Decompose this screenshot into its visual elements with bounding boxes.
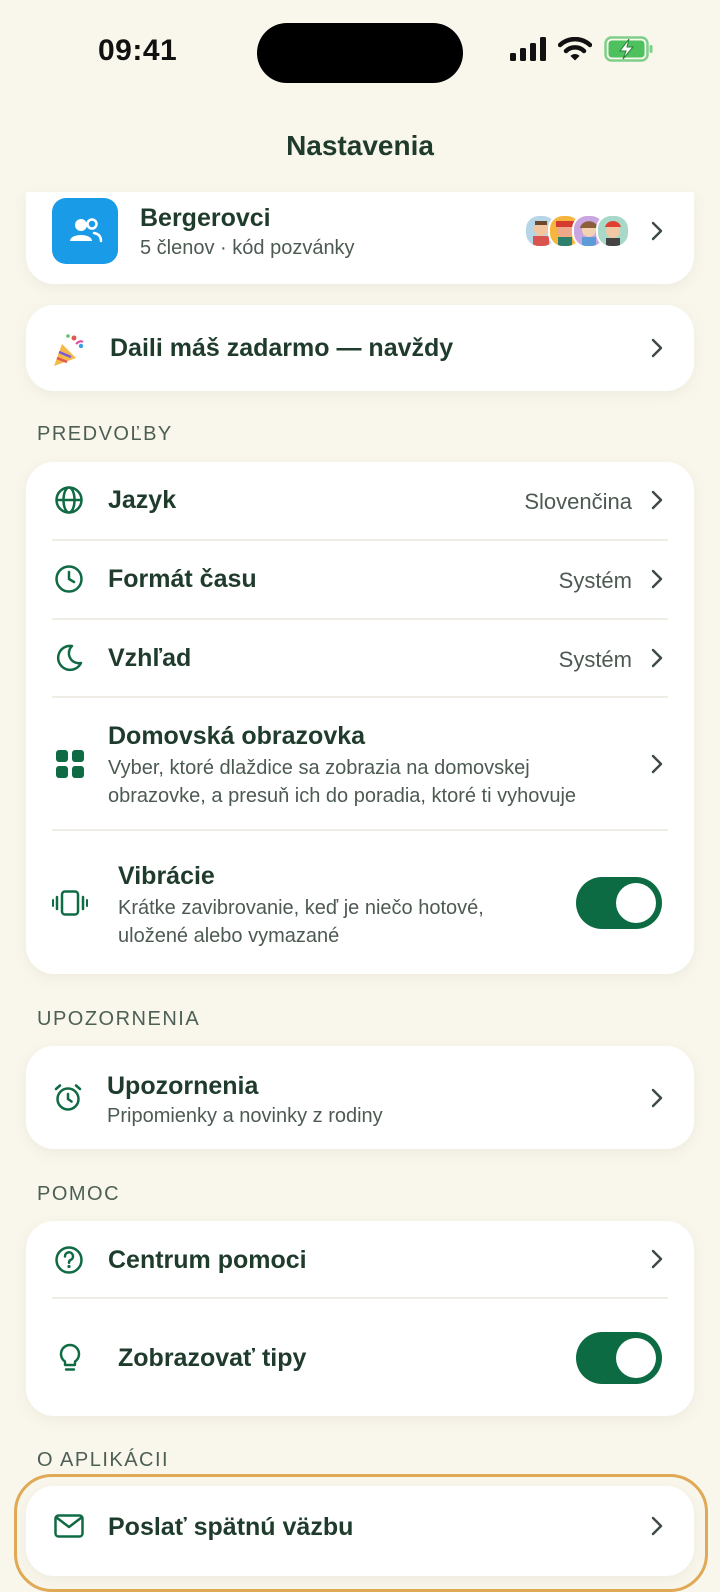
family-group-icon: [52, 198, 118, 264]
family-name: Bergerovci: [140, 204, 271, 232]
lightbulb-icon: [59, 1343, 81, 1371]
alarm-clock-icon: [54, 1084, 82, 1111]
appearance-label: Vzhľad: [108, 644, 192, 672]
help-circle-icon: [55, 1246, 83, 1274]
appearance-row[interactable]: Vzhľad Systém: [26, 620, 694, 697]
wifi-icon: [558, 37, 592, 61]
notifications-desc: Pripomienky a novinky z rodiny: [107, 1105, 383, 1127]
help-center-row[interactable]: Centrum pomoci: [26, 1221, 694, 1297]
toggle-knob: [616, 883, 656, 923]
status-icons: [510, 36, 654, 62]
chevron-right-icon: [651, 648, 663, 668]
notifications-card[interactable]: Upozornenia Pripomienky a novinky z rodi…: [26, 1046, 694, 1149]
language-row[interactable]: Jazyk Slovenčina: [26, 462, 694, 539]
preferences-card: Jazyk Slovenčina Formát času Systém Vzhľ…: [26, 462, 694, 974]
chevron-right-icon: [651, 490, 663, 510]
party-popper-icon: [54, 334, 84, 366]
member-avatars: [524, 214, 634, 248]
family-subtitle: 5 členov · kód pozvánky: [140, 237, 355, 259]
feedback-card[interactable]: Poslať spätnú väzbu: [14, 1474, 708, 1592]
section-header-preferences: PREDVOĽBY: [37, 423, 173, 445]
status-time: 09:41: [98, 34, 178, 67]
promo-card[interactable]: Daili máš zadarmo — navždy: [26, 305, 694, 391]
grid-icon: [56, 750, 84, 778]
vibration-desc-line1: Krátke zavibrovanie, keď je niečo hotové…: [118, 897, 484, 919]
appearance-value: Systém: [558, 647, 632, 672]
home-screen-label: Domovská obrazovka: [108, 722, 366, 750]
clock-icon: [55, 565, 83, 593]
vibration-row: Vibrácie Krátke zavibrovanie, keď je nie…: [26, 831, 694, 974]
tips-row: Zobrazovať tipy: [26, 1299, 694, 1416]
tips-toggle[interactable]: [576, 1332, 662, 1384]
vibration-desc-line2: uložené alebo vymazané: [118, 925, 340, 947]
chevron-right-icon: [651, 569, 663, 589]
mail-icon: [54, 1514, 84, 1538]
vibration-icon: [52, 890, 88, 916]
family-card[interactable]: Bergerovci 5 členov · kód pozvánky: [26, 192, 694, 284]
vibration-toggle[interactable]: [576, 877, 662, 929]
dynamic-island: [257, 23, 463, 83]
chevron-right-icon: [651, 1088, 663, 1108]
status-bar: 09:41: [0, 0, 720, 110]
chevron-right-icon: [651, 221, 663, 241]
time-format-row[interactable]: Formát času Systém: [26, 541, 694, 618]
time-format-value: Systém: [558, 568, 632, 593]
page-title: Nastavenia: [286, 130, 434, 161]
home-screen-row[interactable]: Domovská obrazovka Vyber, ktoré dlaždice…: [26, 698, 694, 830]
promo-label: Daili máš zadarmo — navždy: [110, 334, 454, 362]
chevron-right-icon: [651, 1516, 663, 1536]
cellular-signal-icon: [510, 37, 546, 61]
avatar: [596, 214, 630, 248]
help-card: Centrum pomoci Zobrazovať tipy: [26, 1221, 694, 1416]
notifications-label: Upozornenia: [107, 1072, 259, 1100]
section-header-help: POMOC: [37, 1183, 121, 1205]
vibration-label: Vibrácie: [118, 862, 215, 890]
chevron-right-icon: [651, 754, 663, 774]
section-header-about: O APLIKÁCII: [37, 1449, 170, 1471]
language-label: Jazyk: [108, 486, 177, 514]
moon-icon: [56, 644, 83, 672]
feedback-label: Poslať spätnú väzbu: [108, 1513, 354, 1541]
time-format-label: Formát času: [108, 565, 257, 593]
language-value: Slovenčina: [524, 489, 632, 514]
section-header-notifications: UPOZORNENIA: [37, 1008, 201, 1030]
chevron-right-icon: [651, 338, 663, 358]
help-center-label: Centrum pomoci: [108, 1246, 307, 1274]
home-screen-desc-line1: Vyber, ktoré dlaždice sa zobrazia na dom…: [108, 757, 530, 779]
battery-charging-icon: [604, 36, 653, 62]
globe-icon: [55, 486, 83, 514]
tips-label: Zobrazovať tipy: [118, 1344, 307, 1372]
home-screen-desc-line2: obrazovke, a presuň ich do poradia, ktor…: [108, 785, 577, 807]
toggle-knob: [616, 1338, 656, 1378]
chevron-right-icon: [651, 1249, 663, 1269]
